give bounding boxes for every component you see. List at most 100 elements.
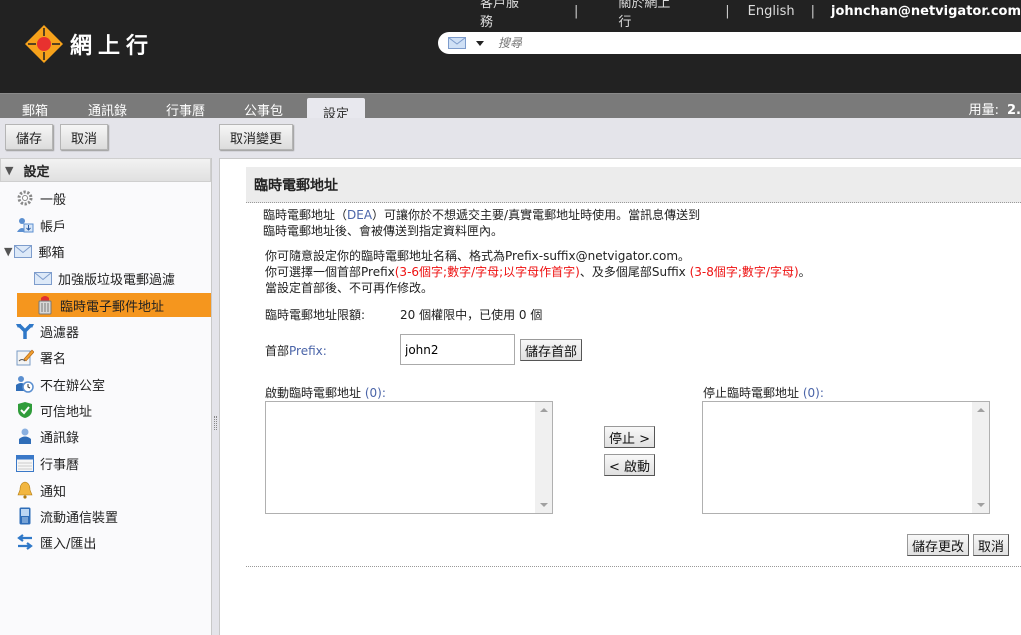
prefix-label-text: 首部 bbox=[265, 344, 290, 358]
import-export-icon bbox=[16, 533, 34, 551]
prefix-input[interactable] bbox=[400, 334, 515, 365]
inactive-count: (0): bbox=[802, 386, 824, 400]
save-prefix-button[interactable]: 儲存首部 bbox=[520, 339, 583, 361]
sidebar-header-label: 設定 bbox=[23, 164, 50, 180]
prefix-label-term: Prefix: bbox=[289, 344, 327, 358]
brand-logo[interactable]: 網上行 bbox=[24, 24, 154, 64]
language-link[interactable]: English bbox=[748, 4, 795, 19]
tab-mailbox[interactable]: 郵箱 bbox=[22, 100, 48, 119]
settings-sidebar: ▼ 設定 一般 帳戶 ▼ 郵箱 加強版垃圾電郵過濾 臨時電子郵件地址 過濾器 署… bbox=[0, 158, 212, 635]
scroll-down-icon[interactable] bbox=[977, 503, 985, 507]
intro-text: 臨時電郵地址（DEA）可讓你於不想遞交主要/真實電郵地址時使用。當訊息傳送到 臨… bbox=[263, 207, 700, 239]
scroll-down-icon[interactable] bbox=[540, 503, 548, 507]
main-tab-bar: 郵箱 通訊錄 行事曆 公事包 設定 用量: 2. bbox=[0, 93, 1021, 122]
sidebar-item-out-of-office[interactable]: 不在辦公室 bbox=[0, 372, 211, 396]
trash-bin-icon bbox=[36, 296, 54, 315]
expand-triangle-icon[interactable]: ▼ bbox=[4, 245, 12, 258]
about-link[interactable]: 關於網上行 bbox=[618, 0, 683, 30]
format-info-text: 你可隨意設定你的臨時電郵地址名稱、格式為Prefix-suffix@netvig… bbox=[265, 248, 811, 296]
sidebar-item-trusted-addresses[interactable]: 可信地址 bbox=[0, 398, 211, 422]
sidebar-item-label: 行事曆 bbox=[40, 457, 80, 473]
sidebar-item-label: 帳戶 bbox=[40, 219, 67, 235]
undo-changes-button[interactable]: 取消變更 bbox=[219, 124, 294, 150]
sidebar-item-disposable-address[interactable]: 臨時電子郵件地址 bbox=[17, 293, 211, 317]
sidebar-item-label: 郵箱 bbox=[38, 245, 65, 261]
sidebar-item-label: 臨時電子郵件地址 bbox=[60, 299, 165, 315]
storage-usage: 用量: 2. bbox=[969, 99, 1021, 118]
intro-text-part: 臨時電郵地址（ bbox=[263, 208, 348, 222]
sidebar-item-label: 一般 bbox=[40, 192, 67, 208]
sidebar-item-import-export[interactable]: 匯入/匯出 bbox=[0, 530, 211, 554]
sidebar-item-spam-filter[interactable]: 加強版垃圾電郵過濾 bbox=[0, 266, 211, 290]
page-title: 臨時電郵地址 bbox=[246, 167, 1021, 203]
sidebar-item-label: 流動通信裝置 bbox=[40, 510, 119, 526]
scrollbar[interactable] bbox=[535, 402, 552, 513]
active-count: (0): bbox=[364, 386, 386, 400]
search-mode-dropdown-icon[interactable] bbox=[476, 40, 484, 46]
search-input[interactable] bbox=[498, 33, 1021, 53]
sidebar-item-label: 可信地址 bbox=[40, 404, 93, 420]
collapse-triangle-icon[interactable]: ▼ bbox=[5, 164, 13, 177]
intro-text-part: ）可讓你於不想遞交主要/真實電郵地址時使用。當訊息傳送到 bbox=[372, 208, 701, 222]
save-changes-button[interactable]: 儲存更改 bbox=[907, 534, 970, 556]
sidebar-item-label: 署名 bbox=[40, 351, 67, 367]
suffix-rules: (3-8個字;數字/字母) bbox=[689, 265, 799, 279]
prefix-label: 首部Prefix: bbox=[265, 342, 327, 359]
sidebar-item-contacts[interactable]: 通訊錄 bbox=[0, 424, 211, 448]
scrollbar[interactable] bbox=[972, 402, 989, 513]
active-addresses-label: 啟動臨時電郵地址 (0): bbox=[265, 384, 386, 401]
prefix-rules: (3-6個字;數字/字母;以字母作首字) bbox=[394, 265, 580, 279]
gear-icon bbox=[16, 189, 34, 207]
brand-name: 網上行 bbox=[70, 34, 155, 59]
sidebar-resize-handle[interactable] bbox=[212, 158, 219, 635]
account-icon bbox=[16, 216, 34, 234]
cancel-changes-button[interactable]: 取消 bbox=[973, 534, 1010, 556]
intro-text-part: 臨時電郵地址後、會被傳送到指定資料匣內。 bbox=[263, 224, 504, 238]
deactivate-button[interactable]: 停止 > bbox=[604, 426, 656, 448]
grip-icon[interactable] bbox=[214, 416, 217, 430]
settings-content-panel: 臨時電郵地址 臨時電郵地址（DEA）可讓你於不想遞交主要/真實電郵地址時使用。當… bbox=[219, 158, 1021, 635]
sidebar-item-signature[interactable]: 署名 bbox=[0, 345, 211, 369]
sidebar-item-notifications[interactable]: 通知 bbox=[0, 478, 211, 502]
inactive-label-text: 停止臨時電郵地址 bbox=[703, 386, 803, 400]
active-label-text: 啟動臨時電郵地址 bbox=[265, 386, 365, 400]
activate-button[interactable]: < 啟動 bbox=[604, 454, 656, 476]
format-info-part: 你可選擇一個首部Prefix bbox=[265, 265, 395, 279]
signature-icon bbox=[16, 348, 34, 366]
sidebar-item-calendar[interactable]: 行事曆 bbox=[0, 451, 211, 475]
sidebar-item-label: 過濾器 bbox=[40, 325, 80, 341]
user-email[interactable]: johnchan@netvigator.com bbox=[831, 4, 1021, 19]
cancel-button[interactable]: 取消 bbox=[60, 124, 109, 150]
sidebar-item-label: 加強版垃圾電郵過濾 bbox=[58, 272, 176, 288]
customer-service-link[interactable]: 客戶服務 bbox=[480, 0, 532, 30]
separator: | bbox=[810, 3, 816, 19]
settings-toolbar: 儲存 取消 取消變更 bbox=[0, 118, 1021, 156]
mail-icon[interactable] bbox=[448, 37, 466, 49]
envelope-icon bbox=[14, 242, 33, 260]
scroll-up-icon[interactable] bbox=[540, 408, 548, 412]
tab-calendar[interactable]: 行事曆 bbox=[166, 100, 205, 119]
scroll-up-icon[interactable] bbox=[977, 408, 985, 412]
format-info-part: 、及多個尾部Suffix bbox=[579, 265, 690, 279]
inactive-addresses-list[interactable] bbox=[702, 401, 990, 514]
tab-briefcase[interactable]: 公事包 bbox=[244, 100, 283, 119]
tab-contacts[interactable]: 通訊錄 bbox=[88, 100, 127, 119]
separator: | bbox=[573, 3, 579, 19]
separator: | bbox=[725, 3, 730, 19]
sidebar-item-label: 通知 bbox=[40, 484, 67, 500]
contact-person-icon bbox=[16, 427, 34, 445]
sidebar-item-general[interactable]: 一般 bbox=[0, 186, 211, 210]
sidebar-header[interactable]: ▼ 設定 bbox=[0, 158, 211, 182]
mobile-device-icon bbox=[16, 507, 34, 525]
active-addresses-list[interactable] bbox=[265, 401, 553, 514]
save-button[interactable]: 儲存 bbox=[5, 124, 54, 150]
tab-settings[interactable]: 設定 bbox=[307, 98, 366, 122]
divider bbox=[246, 566, 1021, 567]
calendar-icon bbox=[16, 454, 34, 472]
format-info-line: 當設定首部後、不可再作修改。 bbox=[265, 281, 434, 295]
sidebar-item-mobile-devices[interactable]: 流動通信裝置 bbox=[0, 504, 211, 528]
sidebar-item-mailbox[interactable]: ▼ 郵箱 bbox=[0, 239, 211, 263]
sidebar-item-filters[interactable]: 過濾器 bbox=[0, 319, 211, 343]
sidebar-item-account[interactable]: 帳戶 bbox=[0, 213, 211, 237]
out-of-office-icon bbox=[16, 375, 34, 393]
